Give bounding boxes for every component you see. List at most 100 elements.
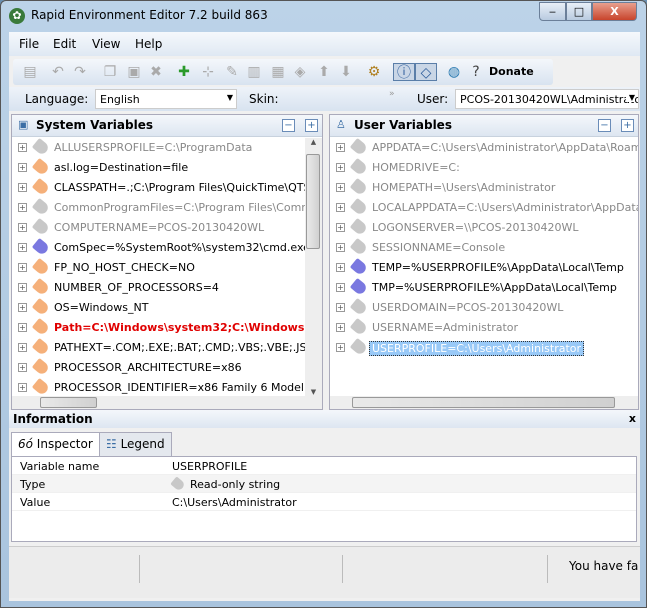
menu-view[interactable]: View bbox=[92, 37, 120, 51]
copy-icon[interactable]: ❐ bbox=[101, 63, 119, 81]
web-icon[interactable]: ◍ bbox=[445, 63, 463, 81]
expand-icon[interactable]: + bbox=[336, 323, 345, 332]
expand-icon[interactable]: + bbox=[336, 143, 345, 152]
close-icon[interactable]: x bbox=[629, 412, 636, 425]
edit-icon[interactable]: ✎ bbox=[223, 63, 241, 81]
list-item[interactable]: + HOMEPATH=\Users\Administrator bbox=[330, 177, 638, 198]
expand-icon[interactable]: + bbox=[336, 243, 345, 252]
list-item[interactable]: + OS=Windows_NT bbox=[12, 297, 305, 318]
expand-icon[interactable]: + bbox=[18, 343, 27, 352]
paste-icon[interactable]: ▣ bbox=[125, 63, 143, 81]
expand-icon[interactable]: + bbox=[336, 263, 345, 272]
inspector-grid: Variable name USERPROFILE Type Read-only st… bbox=[11, 456, 637, 542]
tab-inspector[interactable]: 6ó Inspector bbox=[11, 432, 100, 457]
clone-icon[interactable]: ▦ bbox=[269, 63, 287, 81]
add-value-icon[interactable]: ⊹ bbox=[199, 63, 217, 81]
property-value: C:\Users\Administrator bbox=[172, 496, 297, 509]
expand-icon[interactable]: + bbox=[336, 343, 345, 352]
horizontal-scrollbar[interactable] bbox=[330, 396, 638, 409]
list-item[interactable]: + USERNAME=Administrator bbox=[330, 317, 638, 338]
list-item[interactable]: + USERDOMAIN=PCOS-20130420WL bbox=[330, 297, 638, 318]
property-row[interactable]: Variable name USERPROFILE bbox=[12, 457, 636, 475]
donate-button[interactable]: Donate bbox=[489, 63, 534, 81]
menu-edit[interactable]: Edit bbox=[53, 37, 76, 51]
list-item[interactable]: + HOMEDRIVE=C: bbox=[330, 157, 638, 178]
minimize-button[interactable]: ‒ bbox=[539, 2, 566, 21]
legend-icon[interactable]: ◇ bbox=[415, 63, 437, 81]
list-item[interactable]: + TEMP=%USERPROFILE%\AppData\Local\Temp bbox=[330, 257, 638, 278]
redo-icon[interactable]: ↷ bbox=[71, 63, 89, 81]
user-select[interactable]: PCOS-20130420WL\Administrator ▼ bbox=[455, 89, 639, 109]
menu-bar: File Edit View Help bbox=[9, 32, 640, 56]
settings-icon[interactable]: ⚙ bbox=[365, 63, 383, 81]
vertical-scrollbar[interactable]: ▲ ▼ bbox=[305, 138, 322, 398]
list-item[interactable]: + PROCESSOR_ARCHITECTURE=x86 bbox=[12, 357, 305, 378]
menu-help[interactable]: Help bbox=[135, 37, 162, 51]
list-item[interactable]: + APPDATA=C:\Users\Administrator\AppData\… bbox=[330, 138, 638, 158]
property-row[interactable]: Value C:\Users\Administrator bbox=[12, 493, 636, 511]
expand-icon[interactable]: + bbox=[18, 363, 27, 372]
expand-icon[interactable]: + bbox=[336, 163, 345, 172]
scroll-thumb[interactable] bbox=[306, 154, 320, 249]
expand-all-button[interactable]: + bbox=[305, 119, 318, 132]
undo-icon[interactable]: ↶ bbox=[49, 63, 67, 81]
list-item[interactable]: + ComSpec=%SystemRoot%\system32\cmd.exe bbox=[12, 237, 305, 258]
list-item[interactable]: + LOCALAPPDATA=C:\Users\Administrator\App… bbox=[330, 197, 638, 218]
expand-icon[interactable]: + bbox=[18, 263, 27, 272]
menu-file[interactable]: File bbox=[19, 37, 39, 51]
tag-icon[interactable]: ◈ bbox=[291, 63, 309, 81]
list-item[interactable]: + SESSIONNAME=Console bbox=[330, 237, 638, 258]
expand-icon[interactable]: + bbox=[18, 243, 27, 252]
tag-icon bbox=[349, 177, 369, 197]
list-item[interactable]: + FP_NO_HOST_CHECK=NO bbox=[12, 257, 305, 278]
tab-legend[interactable]: ☷ Legend bbox=[99, 432, 172, 456]
expand-icon[interactable]: + bbox=[18, 283, 27, 292]
overflow-chevron-icon[interactable]: » bbox=[389, 89, 395, 99]
collapse-all-button[interactable]: − bbox=[282, 119, 295, 132]
list-item[interactable]: + TMP=%USERPROFILE%\AppData\Local\Temp bbox=[330, 277, 638, 298]
expand-icon[interactable]: + bbox=[18, 203, 27, 212]
expand-icon[interactable]: + bbox=[18, 303, 27, 312]
expand-icon[interactable]: + bbox=[18, 143, 27, 152]
list-item[interactable]: + asl.log=Destination=file bbox=[12, 157, 305, 178]
horizontal-scrollbar[interactable] bbox=[12, 396, 322, 409]
expand-icon[interactable]: + bbox=[18, 223, 27, 232]
expand-icon[interactable]: + bbox=[336, 223, 345, 232]
scroll-thumb[interactable] bbox=[40, 397, 97, 408]
collapse-all-button[interactable]: − bbox=[598, 119, 611, 132]
close-button[interactable]: X bbox=[592, 2, 637, 21]
variable-text: COMPUTERNAME=PCOS-20130420WL bbox=[54, 221, 265, 234]
move-up-icon[interactable]: ⬆ bbox=[315, 63, 333, 81]
expand-icon[interactable]: + bbox=[336, 283, 345, 292]
list-item[interactable]: + CommonProgramFiles=C:\Program Files\Com… bbox=[12, 197, 305, 218]
expand-icon[interactable]: + bbox=[336, 203, 345, 212]
expand-icon[interactable]: + bbox=[336, 183, 345, 192]
list-item[interactable]: + ALLUSERSPROFILE=C:\ProgramData bbox=[12, 138, 305, 158]
list-item[interactable]: + CLASSPATH=.;C:\Program Files\QuickTime\… bbox=[12, 177, 305, 198]
property-row[interactable]: Type Read-only string bbox=[12, 475, 636, 493]
save-icon[interactable]: ▤ bbox=[21, 63, 39, 81]
maximize-button[interactable]: □ bbox=[566, 2, 592, 21]
list-item[interactable]: + USERPROFILE=C:\Users\Administrator bbox=[330, 337, 638, 358]
add-variable-icon[interactable]: ✚ bbox=[175, 63, 193, 81]
language-select[interactable]: English ▼ bbox=[95, 89, 237, 109]
scroll-thumb[interactable] bbox=[352, 397, 615, 408]
expand-all-button[interactable]: + bbox=[621, 119, 634, 132]
list-item[interactable]: + NUMBER_OF_PROCESSORS=4 bbox=[12, 277, 305, 298]
cut-icon[interactable]: ▥ bbox=[245, 63, 263, 81]
help-icon[interactable]: ? bbox=[467, 63, 485, 81]
info-panel-icon[interactable]: ⓘ bbox=[393, 63, 415, 81]
list-item[interactable]: + LOGONSERVER=\\PCOS-20130420WL bbox=[330, 217, 638, 238]
expand-icon[interactable]: + bbox=[18, 323, 27, 332]
delete-icon[interactable]: ✖ bbox=[147, 63, 165, 81]
expand-icon[interactable]: + bbox=[18, 163, 27, 172]
move-down-icon[interactable]: ⬇ bbox=[337, 63, 355, 81]
expand-icon[interactable]: + bbox=[18, 383, 27, 392]
title-bar: ✿ Rapid Environment Editor 7.2 build 863… bbox=[1, 1, 646, 31]
list-item[interactable]: + COMPUTERNAME=PCOS-20130420WL bbox=[12, 217, 305, 238]
expand-icon[interactable]: + bbox=[18, 183, 27, 192]
list-item[interactable]: + PROCESSOR_IDENTIFIER=x86 Family 6 Model… bbox=[12, 377, 305, 398]
expand-icon[interactable]: + bbox=[336, 303, 345, 312]
list-item[interactable]: + Path=C:\Windows\system32;C:\Windows;C:\ bbox=[12, 317, 305, 338]
list-item[interactable]: + PATHEXT=.COM;.EXE;.BAT;.CMD;.VBS;.VBE;.… bbox=[12, 337, 305, 358]
